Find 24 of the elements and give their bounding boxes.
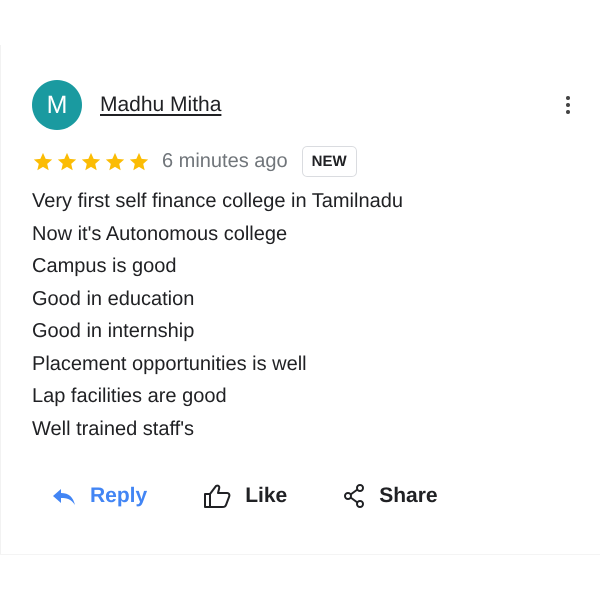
- star-icon: [128, 150, 150, 172]
- star-icon: [32, 150, 54, 172]
- new-badge: NEW: [302, 146, 357, 177]
- review-text-line: Placement opportunities is well: [32, 352, 308, 376]
- review-text-line: Very first self finance college in Tamilnadu: [32, 189, 404, 214]
- review-text-line: Lap facilities are good: [32, 384, 228, 409]
- review-text-line: Well trained staff's: [32, 416, 196, 442]
- like-button[interactable]: Like: [203, 483, 288, 509]
- author-name[interactable]: Madhu Mitha: [100, 93, 222, 117]
- star-icon: [104, 150, 126, 172]
- review-time: 6 minutes ago: [162, 150, 288, 173]
- thumbs-up-icon: [203, 483, 232, 509]
- star-icon: [80, 150, 102, 172]
- share-button[interactable]: Share: [343, 483, 438, 509]
- reply-icon: [52, 486, 76, 506]
- review-text-line: Good in education: [32, 286, 196, 312]
- reply-button[interactable]: Reply: [52, 483, 148, 509]
- star-icon: [56, 150, 78, 172]
- review-text-line: Good in internship: [32, 319, 196, 344]
- review-text-line: Now it's Autonomous college: [32, 222, 288, 246]
- share-icon: [343, 484, 366, 508]
- review-text-line: Campus is good: [32, 254, 178, 279]
- avatar: M: [32, 80, 82, 130]
- more-options-icon[interactable]: [566, 96, 570, 114]
